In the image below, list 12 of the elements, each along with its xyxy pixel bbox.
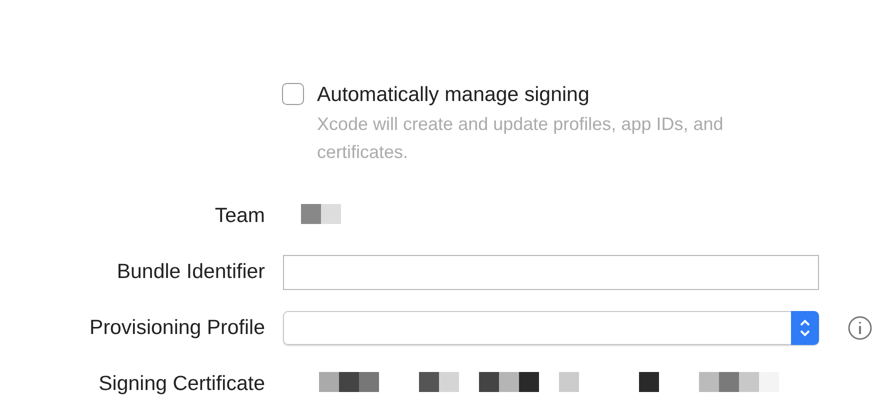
checkbox[interactable]: [282, 83, 304, 105]
redacted-mosaic: [301, 204, 341, 224]
field-label: Bundle Identifier: [116, 260, 265, 284]
field-label: Signing Certificate: [98, 372, 265, 396]
hint-text: Xcode will create and update profiles, app IDs, and certificates.: [317, 113, 724, 164]
field-label: Provisioning Profile: [88, 316, 265, 340]
field-label: Team: [214, 204, 265, 228]
checkbox-label: Automatically manage signing: [317, 82, 590, 108]
info-icon[interactable]: [848, 316, 872, 340]
stepper-icon: [799, 318, 811, 338]
bundle-identifier-field[interactable]: [283, 254, 819, 290]
profile-popup[interactable]: [283, 311, 819, 345]
